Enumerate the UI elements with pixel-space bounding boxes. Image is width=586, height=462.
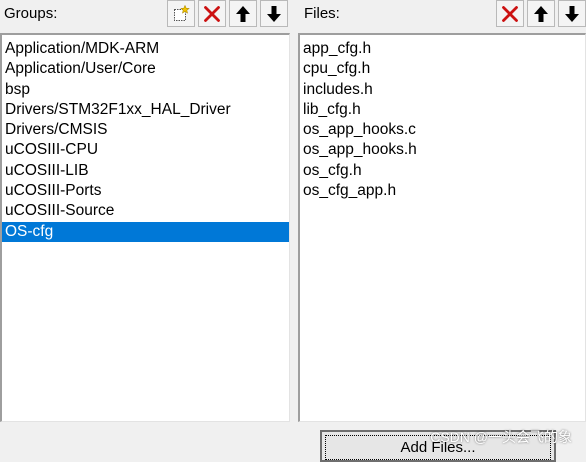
move-up-icon: [236, 5, 250, 22]
move-file-down-button[interactable]: [558, 0, 586, 27]
group-item-selected[interactable]: OS-cfg: [2, 221, 289, 242]
file-item[interactable]: os_cfg.h: [300, 161, 585, 181]
files-panel: Files: app_cfg.h cpu_cfg.h includes.h li…: [298, 0, 586, 422]
group-item[interactable]: Application/MDK-ARM: [2, 39, 289, 59]
file-item[interactable]: os_cfg_app.h: [300, 181, 585, 201]
new-group-button[interactable]: [167, 0, 195, 27]
group-item[interactable]: uCOSIII-Source: [2, 201, 289, 221]
file-item[interactable]: cpu_cfg.h: [300, 59, 585, 79]
watermark: CSDN @一头会飞的象: [430, 429, 572, 445]
groups-label: Groups:: [4, 5, 58, 22]
delete-icon: [204, 5, 220, 22]
delete-group-button[interactable]: [198, 0, 226, 27]
group-item[interactable]: uCOSIII-CPU: [2, 140, 289, 160]
group-item[interactable]: uCOSIII-LIB: [2, 161, 289, 181]
files-header: Files:: [298, 0, 586, 30]
move-group-up-button[interactable]: [229, 0, 257, 27]
file-item[interactable]: os_app_hooks.c: [300, 120, 585, 140]
files-list[interactable]: app_cfg.h cpu_cfg.h includes.h lib_cfg.h…: [298, 33, 586, 422]
group-item[interactable]: Drivers/CMSIS: [2, 120, 289, 140]
file-item[interactable]: app_cfg.h: [300, 39, 585, 59]
new-group-icon: [174, 4, 190, 21]
files-label: Files:: [304, 5, 340, 22]
delete-file-button[interactable]: [496, 0, 524, 27]
move-down-icon: [267, 5, 281, 22]
group-item[interactable]: Drivers/STM32F1xx_HAL_Driver: [2, 100, 289, 120]
file-item[interactable]: includes.h: [300, 80, 585, 100]
groups-header: Groups:: [0, 0, 290, 30]
move-up-icon: [534, 5, 548, 22]
move-file-up-button[interactable]: [527, 0, 555, 27]
delete-icon: [502, 5, 518, 22]
group-item[interactable]: uCOSIII-Ports: [2, 181, 289, 201]
files-toolbar: [493, 0, 586, 28]
group-item[interactable]: Application/User/Core: [2, 59, 289, 79]
move-group-down-button[interactable]: [260, 0, 288, 27]
group-item[interactable]: bsp: [2, 80, 289, 100]
file-item[interactable]: os_app_hooks.h: [300, 140, 585, 160]
file-item[interactable]: lib_cfg.h: [300, 100, 585, 120]
groups-list[interactable]: Application/MDK-ARM Application/User/Cor…: [0, 33, 290, 422]
move-down-icon: [565, 5, 579, 22]
groups-panel: Groups: Application/MDK-ARM Application/…: [0, 0, 290, 422]
groups-toolbar: [164, 0, 288, 28]
